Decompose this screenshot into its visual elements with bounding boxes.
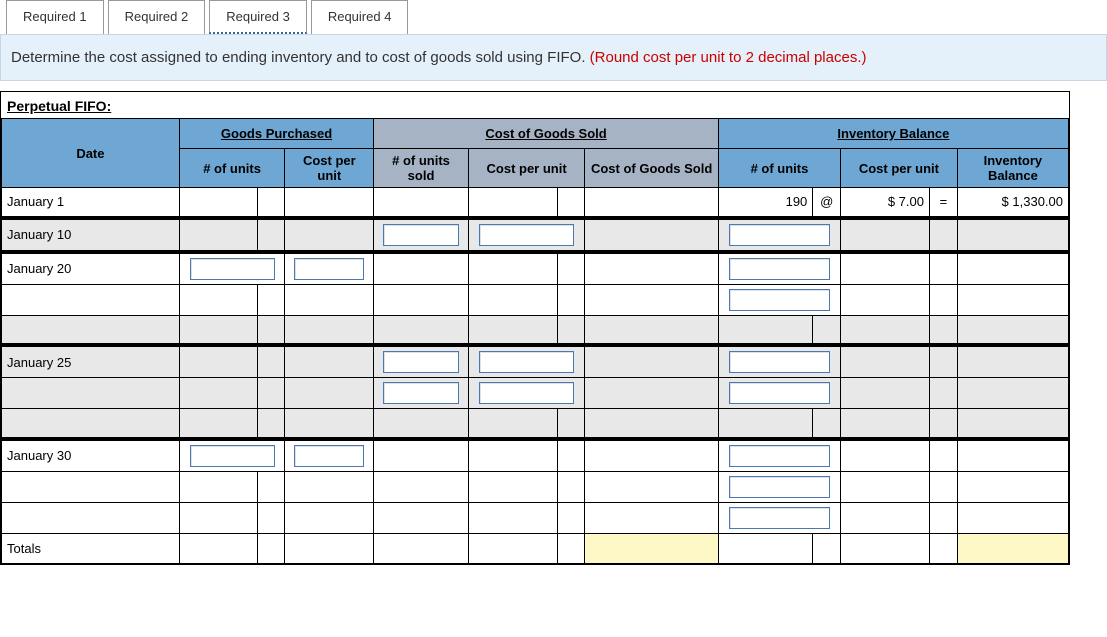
- instruction-banner: Determine the cost assigned to ending in…: [0, 34, 1107, 81]
- input-cogs-cpu[interactable]: [479, 224, 574, 246]
- row-jan20-2: [2, 284, 1069, 315]
- tab-required-1[interactable]: Required 1: [6, 0, 104, 34]
- row-jan1: January 1 190 @ $ 7.00 = $ 1,330.00: [2, 188, 1069, 218]
- input-inv-units[interactable]: [729, 476, 829, 498]
- input-inv-units[interactable]: [729, 258, 829, 280]
- hdr-cogs-total: Cost of Goods Sold: [585, 149, 718, 188]
- cell-cogs-total: [585, 533, 718, 563]
- tab-required-3[interactable]: Required 3: [209, 0, 307, 34]
- input-cogs-units[interactable]: [383, 382, 458, 404]
- cell-inv-bal: $ 1,330.00: [957, 188, 1068, 218]
- input-inv-units[interactable]: [729, 289, 829, 311]
- hdr-cogs: Cost of Goods Sold: [374, 119, 719, 149]
- row-jan25-3: [2, 409, 1069, 439]
- hdr-cogs-units: # of units sold: [374, 149, 468, 188]
- worksheet: Perpetual FIFO: Date Goods Purchased Cos…: [0, 91, 1070, 565]
- cell-date: January 20: [2, 252, 180, 285]
- cell-inv-units: 190: [718, 188, 812, 218]
- row-jan30-2: [2, 471, 1069, 502]
- row-jan30-3: [2, 502, 1069, 533]
- row-jan10: January 10: [2, 218, 1069, 252]
- input-cogs-cpu[interactable]: [479, 382, 574, 404]
- input-cogs-units[interactable]: [383, 224, 458, 246]
- cell-at: @: [813, 188, 841, 218]
- cell-date: January 10: [2, 218, 180, 252]
- hdr-inv-bal: Inventory Balance: [957, 149, 1068, 188]
- cell-date: Totals: [2, 533, 180, 563]
- input-inv-units[interactable]: [729, 507, 829, 529]
- hdr-p-cpu: Cost per unit: [285, 149, 374, 188]
- cell-inv-bal-total: [957, 533, 1068, 563]
- input-p-cpu[interactable]: [294, 258, 364, 280]
- tab-required-4[interactable]: Required 4: [311, 0, 409, 34]
- input-p-units[interactable]: [190, 258, 275, 280]
- tabs-bar: Required 1 Required 2 Required 3 Require…: [0, 0, 1107, 34]
- instruction-text: Determine the cost assigned to ending in…: [11, 49, 590, 66]
- cell-eq: =: [929, 188, 957, 218]
- row-jan20-3: [2, 315, 1069, 345]
- cell-inv-cpu: $ 7.00: [841, 188, 930, 218]
- row-jan30-1: January 30: [2, 439, 1069, 472]
- cell-date: January 30: [2, 439, 180, 472]
- input-inv-units[interactable]: [729, 224, 829, 246]
- row-jan20-1: January 20: [2, 252, 1069, 285]
- cell-date: January 1: [2, 188, 180, 218]
- input-inv-units[interactable]: [729, 351, 829, 373]
- row-jan25-1: January 25: [2, 345, 1069, 378]
- instruction-note: (Round cost per unit to 2 decimal places…: [590, 49, 867, 66]
- input-inv-units[interactable]: [729, 382, 829, 404]
- hdr-goods-purchased: Goods Purchased: [179, 119, 373, 149]
- hdr-date: Date: [2, 119, 180, 188]
- input-p-units[interactable]: [190, 445, 275, 467]
- input-cogs-units[interactable]: [383, 351, 458, 373]
- fifo-table: Date Goods Purchased Cost of Goods Sold …: [1, 118, 1069, 564]
- worksheet-title: Perpetual FIFO:: [1, 92, 1069, 118]
- cell-date: January 25: [2, 345, 180, 378]
- input-cogs-cpu[interactable]: [479, 351, 574, 373]
- input-inv-units[interactable]: [729, 445, 829, 467]
- row-totals: Totals: [2, 533, 1069, 563]
- hdr-inv-cpu: Cost per unit: [841, 149, 958, 188]
- hdr-p-units: # of units: [179, 149, 285, 188]
- row-jan25-2: [2, 378, 1069, 409]
- tab-required-2[interactable]: Required 2: [108, 0, 206, 34]
- hdr-inv-units: # of units: [718, 149, 840, 188]
- hdr-cogs-cpu: Cost per unit: [468, 149, 585, 188]
- hdr-inventory: Inventory Balance: [718, 119, 1068, 149]
- input-p-cpu[interactable]: [294, 445, 364, 467]
